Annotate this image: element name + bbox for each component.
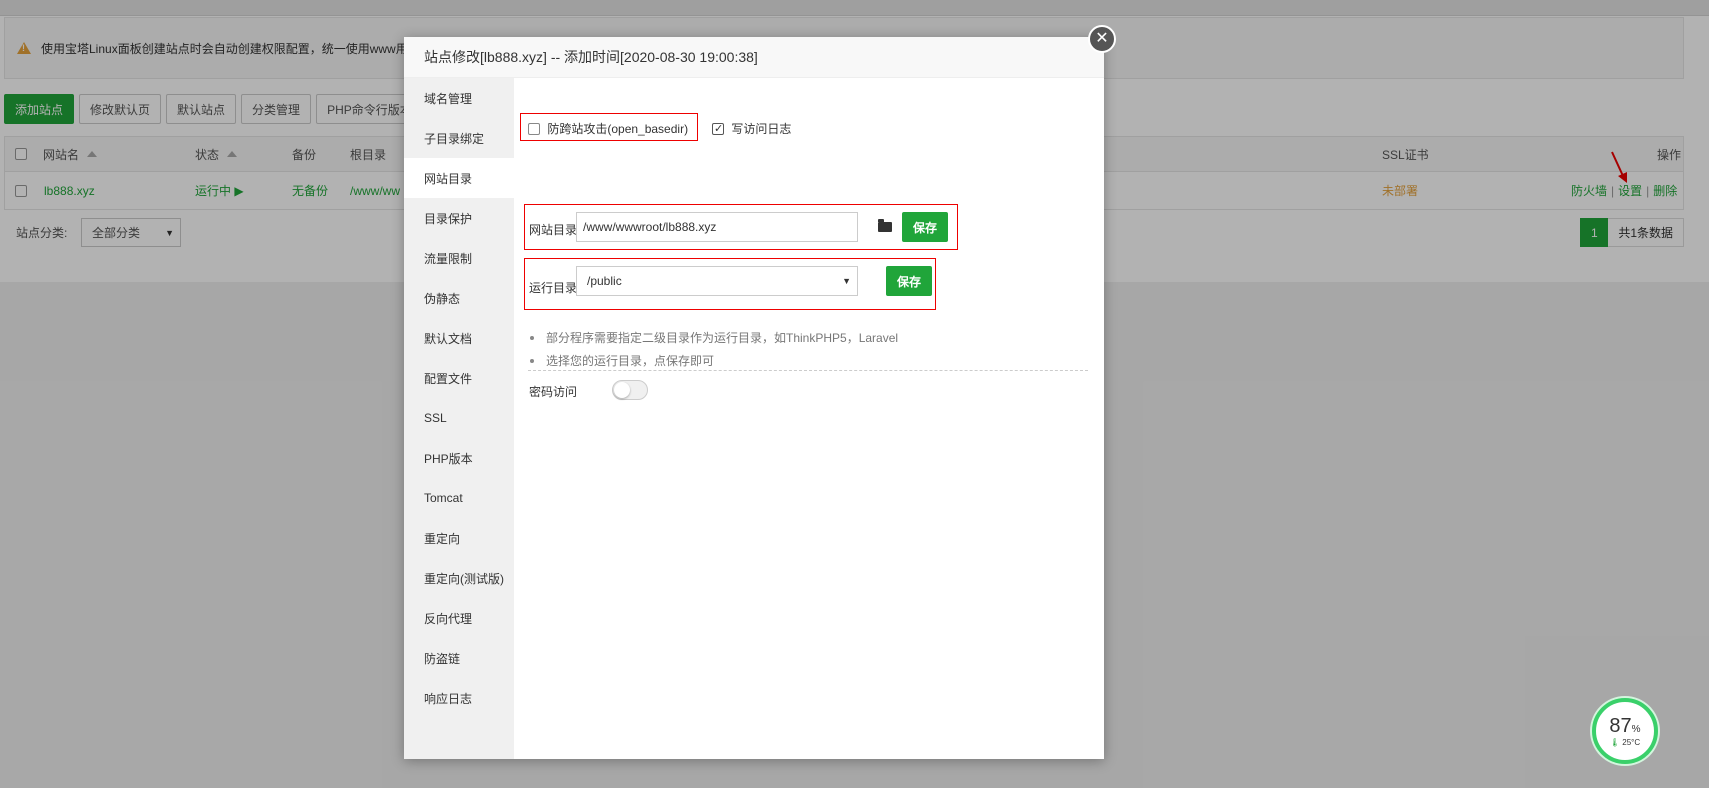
- access-log-option[interactable]: 写访问日志: [712, 120, 791, 137]
- folder-open-icon[interactable]: [878, 219, 892, 232]
- sidebar-item-rewrite[interactable]: 伪静态: [404, 278, 514, 318]
- sidebar-item-php-version[interactable]: PHP版本: [404, 438, 514, 478]
- site-dir-save-button[interactable]: 保存: [902, 212, 948, 242]
- modal-title: 站点修改[lb888.xyz] -- 添加时间[2020-08-30 19:00…: [404, 37, 1104, 78]
- tips-list: 部分程序需要指定二级目录作为运行目录，如ThinkPHP5，Laravel 选择…: [530, 326, 898, 372]
- run-dir-select[interactable]: /public ▼: [576, 266, 858, 296]
- open-basedir-option[interactable]: 防跨站攻击(open_basedir): [528, 120, 688, 137]
- run-dir-label: 运行目录: [529, 280, 578, 295]
- sidebar-item-response-log[interactable]: 响应日志: [404, 678, 514, 718]
- password-access-toggle[interactable]: [612, 380, 648, 400]
- open-basedir-label: 防跨站攻击(open_basedir): [547, 122, 689, 136]
- cpu-gauge[interactable]: 87% 🌡 25°C: [1592, 698, 1658, 764]
- sidebar-item-redirect[interactable]: 重定向: [404, 518, 514, 558]
- sidebar-item-redirect-beta[interactable]: 重定向(测试版): [404, 558, 514, 598]
- site-edit-modal: 站点修改[lb888.xyz] -- 添加时间[2020-08-30 19:00…: [404, 37, 1104, 759]
- sidebar-item-default-doc[interactable]: 默认文档: [404, 318, 514, 358]
- close-icon[interactable]: ✕: [1088, 25, 1116, 53]
- sidebar-item-ssl[interactable]: SSL: [404, 398, 514, 438]
- sidebar-item-hotlink[interactable]: 防盗链: [404, 638, 514, 678]
- site-dir-input[interactable]: /www/wwwroot/lb888.xyz: [576, 212, 858, 242]
- open-basedir-checkbox[interactable]: [528, 122, 540, 135]
- sidebar-item-traffic-limit[interactable]: 流量限制: [404, 238, 514, 278]
- chevron-down-icon: ▼: [842, 276, 851, 286]
- sidebar-item-subdir-binding[interactable]: 子目录绑定: [404, 118, 514, 158]
- site-dir-label: 网站目录: [529, 222, 578, 237]
- sidebar-item-config-file[interactable]: 配置文件: [404, 358, 514, 398]
- tip-item: 选择您的运行目录，点保存即可: [530, 349, 898, 372]
- access-log-checkbox[interactable]: [712, 122, 724, 135]
- tip-item: 部分程序需要指定二级目录作为运行目录，如ThinkPHP5，Laravel: [530, 326, 898, 349]
- thermometer-icon: 🌡: [1609, 737, 1621, 747]
- modal-content: 防跨站攻击(open_basedir) 写访问日志 网站目录 /www/wwwr…: [514, 78, 1104, 759]
- password-access-label: 密码访问: [529, 385, 578, 399]
- sidebar-item-site-dir[interactable]: 网站目录: [404, 158, 514, 198]
- run-dir-save-button[interactable]: 保存: [886, 266, 932, 296]
- sidebar-item-reverse-proxy[interactable]: 反向代理: [404, 598, 514, 638]
- access-log-label: 写访问日志: [731, 122, 792, 136]
- divider: [528, 370, 1088, 371]
- sidebar-item-dir-protect[interactable]: 目录保护: [404, 198, 514, 238]
- sidebar-item-tomcat[interactable]: Tomcat: [404, 478, 514, 518]
- modal-sidebar: 域名管理 子目录绑定 网站目录 目录保护 流量限制 伪静态 默认文档 配置文件 …: [404, 78, 514, 759]
- sidebar-item-domain[interactable]: 域名管理: [404, 78, 514, 118]
